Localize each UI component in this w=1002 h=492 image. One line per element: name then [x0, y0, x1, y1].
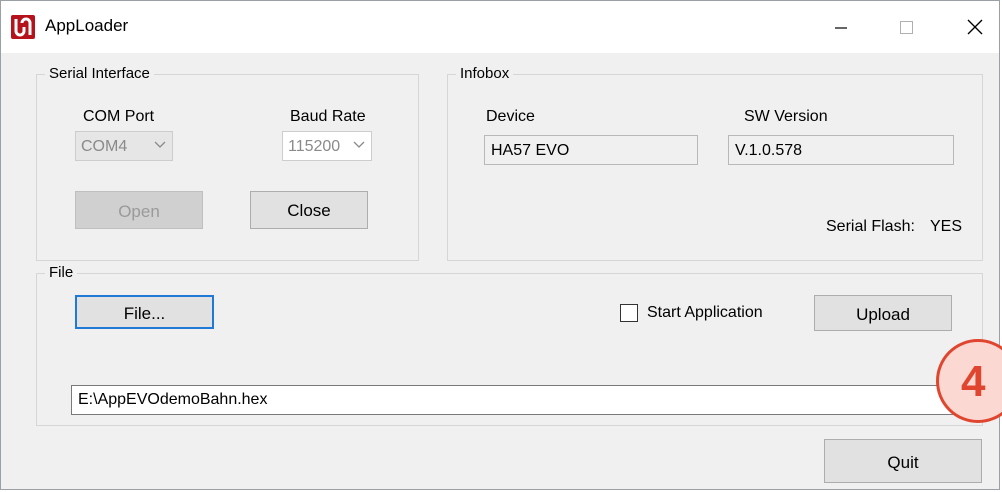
device-field: HA57 EVO: [484, 135, 698, 165]
open-button[interactable]: Open: [75, 191, 203, 229]
com-port-label: COM Port: [83, 108, 155, 125]
close-port-button[interactable]: Close: [250, 191, 368, 229]
serial-flash-value: YES: [930, 218, 963, 235]
chevron-down-icon: [154, 141, 166, 148]
com-port-select[interactable]: COM4: [75, 131, 173, 161]
com-port-value: COM4: [81, 138, 128, 155]
file-path-input[interactable]: [71, 385, 954, 415]
maximize-icon: [900, 21, 913, 34]
minimize-icon: [835, 27, 847, 29]
device-label: Device: [486, 108, 535, 125]
apploader-app-icon: [11, 15, 35, 39]
sw-version-field: V.1.0.578: [728, 135, 954, 165]
quit-button-label: Quit: [887, 453, 919, 472]
baud-rate-value: 115200: [288, 138, 341, 155]
upload-button-label: Upload: [856, 305, 910, 324]
sw-version-value: V.1.0.578: [735, 142, 803, 159]
serial-interface-group: Serial Interface COM Port COM4 Baud Rate…: [36, 65, 419, 261]
close-icon: [967, 19, 983, 35]
title-bar[interactable]: AppLoader: [1, 1, 999, 53]
start-application-label[interactable]: Start Application: [647, 304, 763, 322]
close-window-button[interactable]: [951, 11, 997, 43]
minimize-button[interactable]: [817, 11, 863, 43]
maximize-button[interactable]: [883, 11, 929, 43]
upload-button[interactable]: Upload: [814, 295, 952, 331]
file-button-label: File...: [123, 304, 166, 323]
quit-button[interactable]: Quit: [824, 439, 982, 483]
infobox-group: Infobox Device HA57 EVO SW Version V.1.0…: [447, 65, 983, 261]
baud-rate-label: Baud Rate: [290, 108, 366, 125]
apploader-window: AppLoader Serial Interface COM Port COM4: [0, 0, 1000, 490]
serial-flash-label: Serial Flash:: [826, 218, 915, 235]
window-title: AppLoader: [45, 16, 129, 35]
baud-rate-select[interactable]: 115200: [282, 131, 372, 161]
start-application-checkbox[interactable]: [620, 304, 638, 322]
device-value: HA57 EVO: [491, 142, 570, 159]
close-button-label: Close: [287, 201, 331, 220]
infobox-label: Infobox: [456, 65, 514, 82]
annotation-step-number: 4: [961, 357, 986, 406]
serial-interface-label: Serial Interface: [45, 65, 154, 82]
chevron-down-icon: [353, 141, 365, 148]
sw-version-label: SW Version: [744, 108, 828, 125]
file-group-label: File: [45, 264, 78, 281]
file-group: File File... Start Application Upload: [36, 264, 983, 426]
file-browse-button[interactable]: File...: [75, 295, 214, 329]
open-button-label: Open: [118, 202, 160, 221]
